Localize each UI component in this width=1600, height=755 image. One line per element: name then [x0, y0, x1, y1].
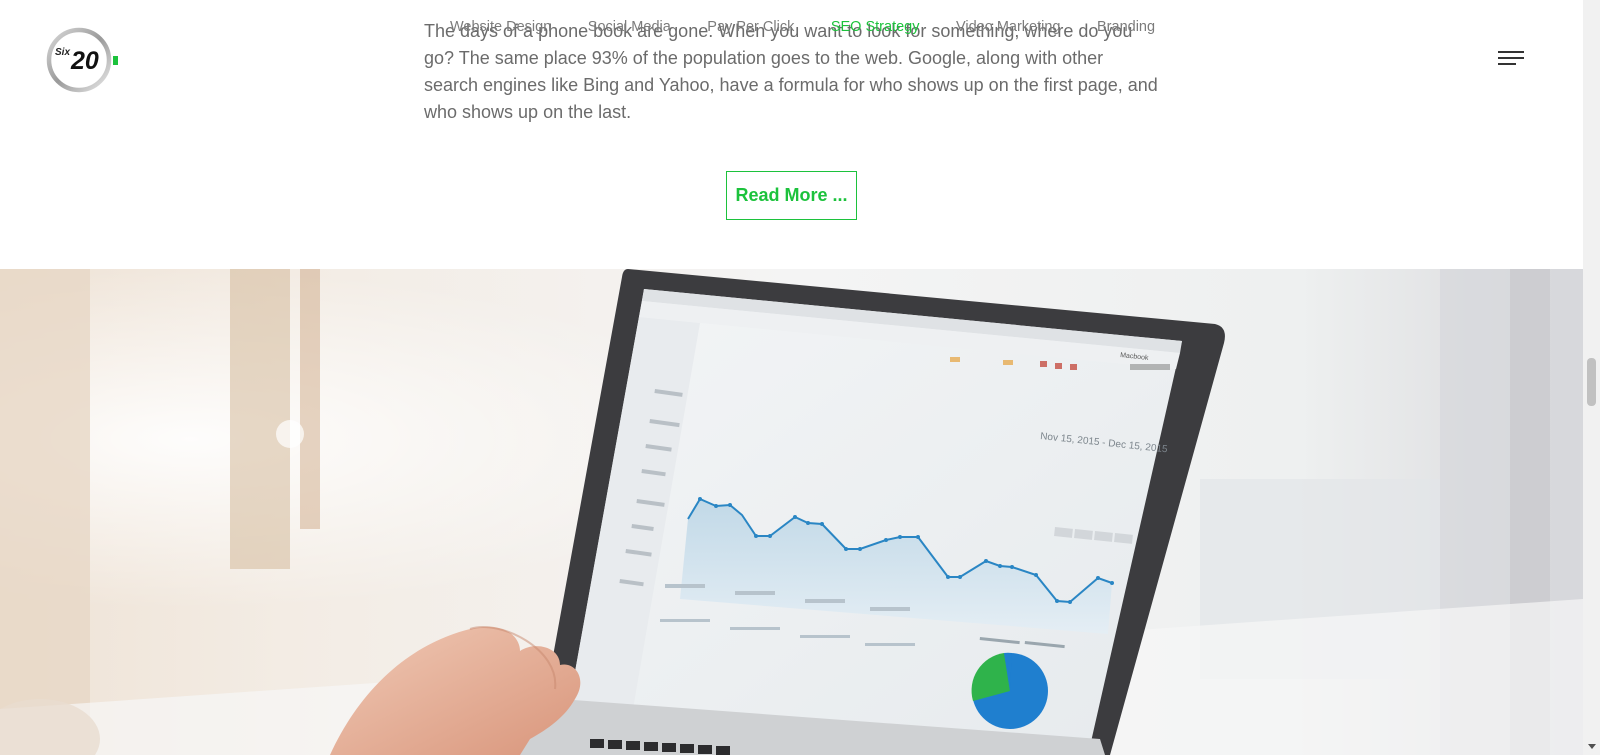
logo-big-text: 20 [70, 47, 99, 75]
service-nav: Website Design Social Media Pay Per Clic… [450, 17, 1192, 37]
article-line: who shows up on the last. [424, 102, 632, 122]
nav-branding[interactable]: Branding [1097, 17, 1155, 37]
read-more-button[interactable]: Read More ... [726, 171, 857, 220]
nav-pay-per-click[interactable]: Pay Per Click [707, 17, 794, 37]
nav-video-marketing[interactable]: Video Marketing [956, 17, 1061, 37]
logo-small-text: Six [55, 47, 70, 58]
page: The days of a phone book are gone. When … [0, 0, 1583, 755]
page-scrollbar[interactable] [1583, 0, 1600, 755]
article-line: go? The same place 93% of the population… [424, 48, 1104, 68]
nav-website-design[interactable]: Website Design [450, 17, 551, 37]
scroll-down-arrow-icon[interactable] [1588, 744, 1596, 749]
menu-icon[interactable] [1498, 51, 1524, 67]
scrollbar-thumb[interactable] [1587, 358, 1596, 406]
article-line: search engines like Bing and Yahoo, have… [424, 75, 1158, 95]
nav-social-media[interactable]: Social Media [588, 17, 671, 37]
nav-seo-strategy[interactable]: SEO Strategy [831, 17, 920, 37]
hero-image: Nov 15, 2015 - Dec 15, 2015 Macbook [0, 269, 1583, 755]
site-logo[interactable]: Six 20 [46, 27, 122, 93]
